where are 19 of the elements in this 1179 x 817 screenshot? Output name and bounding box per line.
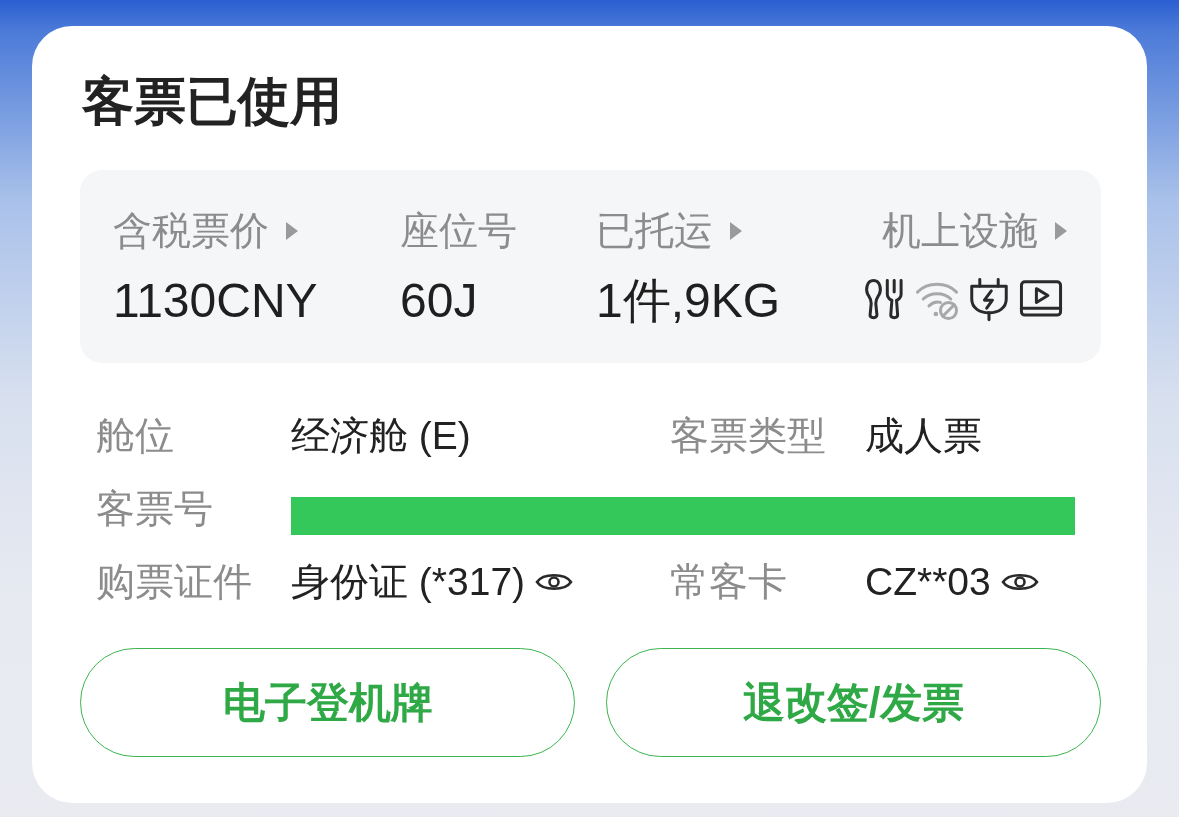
summary-value: 60J — [400, 273, 478, 329]
summary-label: 座位号 — [400, 208, 517, 254]
detail-label: 客票号 — [96, 485, 214, 532]
summary-label: 含税票价 — [113, 208, 269, 254]
detail-label: 常客卡 — [670, 558, 788, 605]
detail-value: 成人票 — [865, 412, 982, 459]
summary-label: 机上设施 — [882, 208, 1038, 254]
summary-label: 已托运 — [596, 208, 713, 254]
action-button[interactable]: 退改签/发票 — [606, 648, 1101, 757]
card-title: 客票已使用 — [81, 71, 342, 132]
detail-value: 经济舱 (E) — [291, 412, 471, 459]
detail-label: 购票证件 — [96, 558, 253, 605]
summary-value: 1130CNY — [113, 273, 318, 329]
detail-label: 客票类型 — [670, 412, 827, 459]
summary-value: 1件,9KG — [596, 273, 781, 329]
detail-label: 舱位 — [96, 412, 175, 459]
action-button[interactable]: 电子登机牌 — [80, 648, 575, 757]
detail-value: 身份证 (*317) — [291, 558, 526, 605]
detail-value: CZ**03 — [865, 558, 991, 605]
